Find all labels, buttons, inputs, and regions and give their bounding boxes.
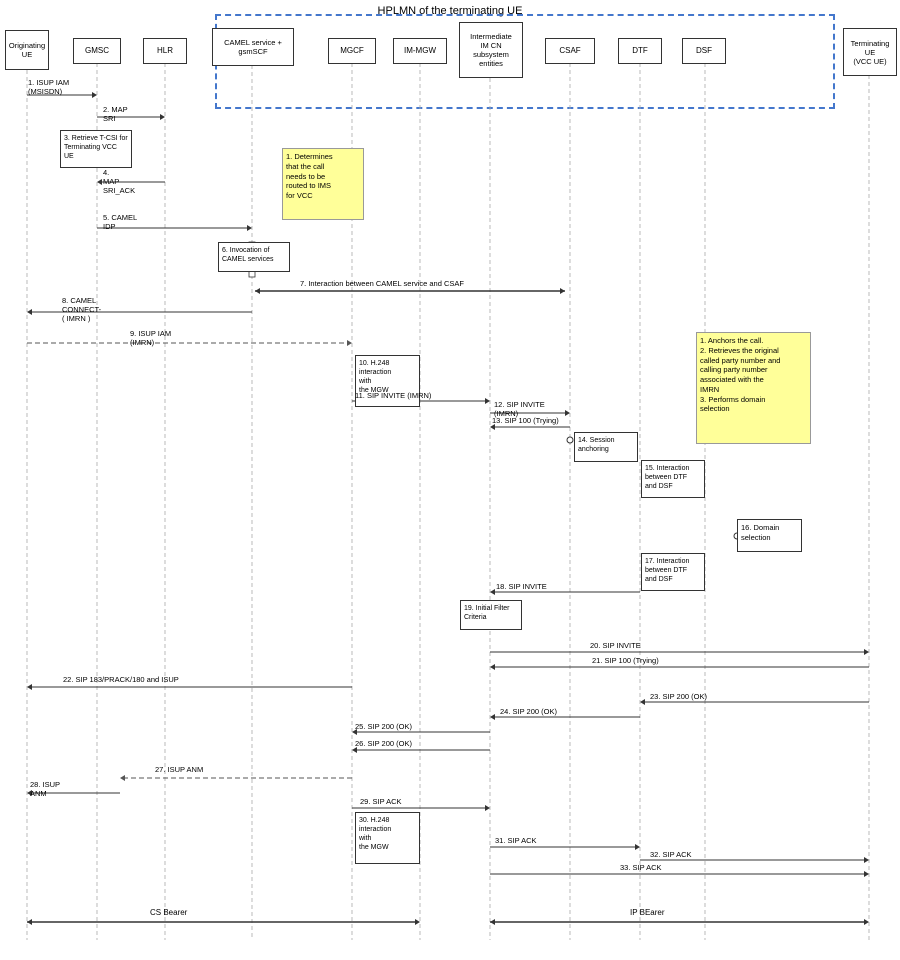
label-msg8: 8. CAMELCONNECT-( IMRN ) xyxy=(62,296,101,323)
note-determines-call: 1. Determinesthat the callneeds to berou… xyxy=(282,148,364,220)
label-msg31: 31. SIP ACK xyxy=(495,836,537,845)
entity-camel: CAMEL service +gsmSCF xyxy=(212,28,294,66)
label-msg26: 26. SIP 200 (OK) xyxy=(355,739,412,748)
note-interaction-dtf-dsf-1: 15. Interactionbetween DTFand DSF xyxy=(641,460,705,498)
entity-dsf: DSF xyxy=(682,38,726,64)
label-msg18: 18. SIP INVITE xyxy=(496,582,547,591)
entity-dtf: DTF xyxy=(618,38,662,64)
label-msg21: 21. SIP 100 (Trying) xyxy=(592,656,659,665)
label-msg5: 5. CAMELIDP xyxy=(103,213,137,231)
entity-csaf: CSAF xyxy=(545,38,595,64)
label-msg28: 28. ISUPANM xyxy=(30,780,60,798)
note-session-anchoring: 14. Sessionanchoring xyxy=(574,432,638,462)
label-msg24: 24. SIP 200 (OK) xyxy=(500,707,557,716)
label-msg27: 27. ISUP ANM xyxy=(155,765,203,774)
label-msg9: 9. ISUP IAM(IMRN) xyxy=(130,329,171,347)
label-msg13: 13. SIP 100 (Trying) xyxy=(492,416,559,425)
entity-originating-ue: OriginatingUE xyxy=(5,30,49,70)
label-msg7: 7. Interaction between CAMEL service and… xyxy=(300,279,464,288)
entity-mgcf: MGCF xyxy=(328,38,376,64)
label-msg1: 1. ISUP IAM(MSISDN) xyxy=(28,78,69,96)
note-interaction-dtf-dsf-2: 17. Interactionbetween DTFand DSF xyxy=(641,553,705,591)
sequence-diagram: HPLMN of the terminating UE xyxy=(0,0,900,960)
label-msg4: 4.MAPSRI_ACK xyxy=(103,168,135,195)
note-initial-filter: 19. Initial FilterCriteria xyxy=(460,600,522,630)
note-domain-selection: 16. Domainselection xyxy=(737,519,802,552)
label-msg22: 22. SIP 183/PRACK/180 and ISUP xyxy=(63,675,179,684)
entity-terminating-ue: TerminatingUE(VCC UE) xyxy=(843,28,897,76)
label-cs-bearer: CS Bearer xyxy=(150,908,187,917)
diagram-svg xyxy=(0,0,900,960)
note-invocation: 6. Invocation ofCAMEL services xyxy=(218,242,290,272)
entity-gmsc: GMSC xyxy=(73,38,121,64)
label-msg33: 33. SIP ACK xyxy=(620,863,662,872)
entity-im-mgw: IM-MGW xyxy=(393,38,447,64)
label-msg23: 23. SIP 200 (OK) xyxy=(650,692,707,701)
note-anchors-call: 1. Anchors the call.2. Retrieves the ori… xyxy=(696,332,811,444)
label-msg11: 11. SIP INVITE (IMRN) xyxy=(355,391,431,400)
note-retrieve-tcsi: 3. Retrieve T-CSI forTerminating VCC UE xyxy=(60,130,132,168)
note-h248-2: 30. H.248interactionwiththe MGW xyxy=(355,812,420,864)
entity-hlr: HLR xyxy=(143,38,187,64)
label-msg25: 25. SIP 200 (OK) xyxy=(355,722,412,731)
label-msg32: 32. SIP ACK xyxy=(650,850,692,859)
entity-intermediate: IntermediateIM CNsubsystementities xyxy=(459,22,523,78)
label-msg2: 2. MAPSRI xyxy=(103,105,128,123)
label-msg20: 20. SIP INVITE xyxy=(590,641,641,650)
label-msg29: 29. SIP ACK xyxy=(360,797,402,806)
label-ip-bearer: IP BEarer xyxy=(630,908,665,917)
